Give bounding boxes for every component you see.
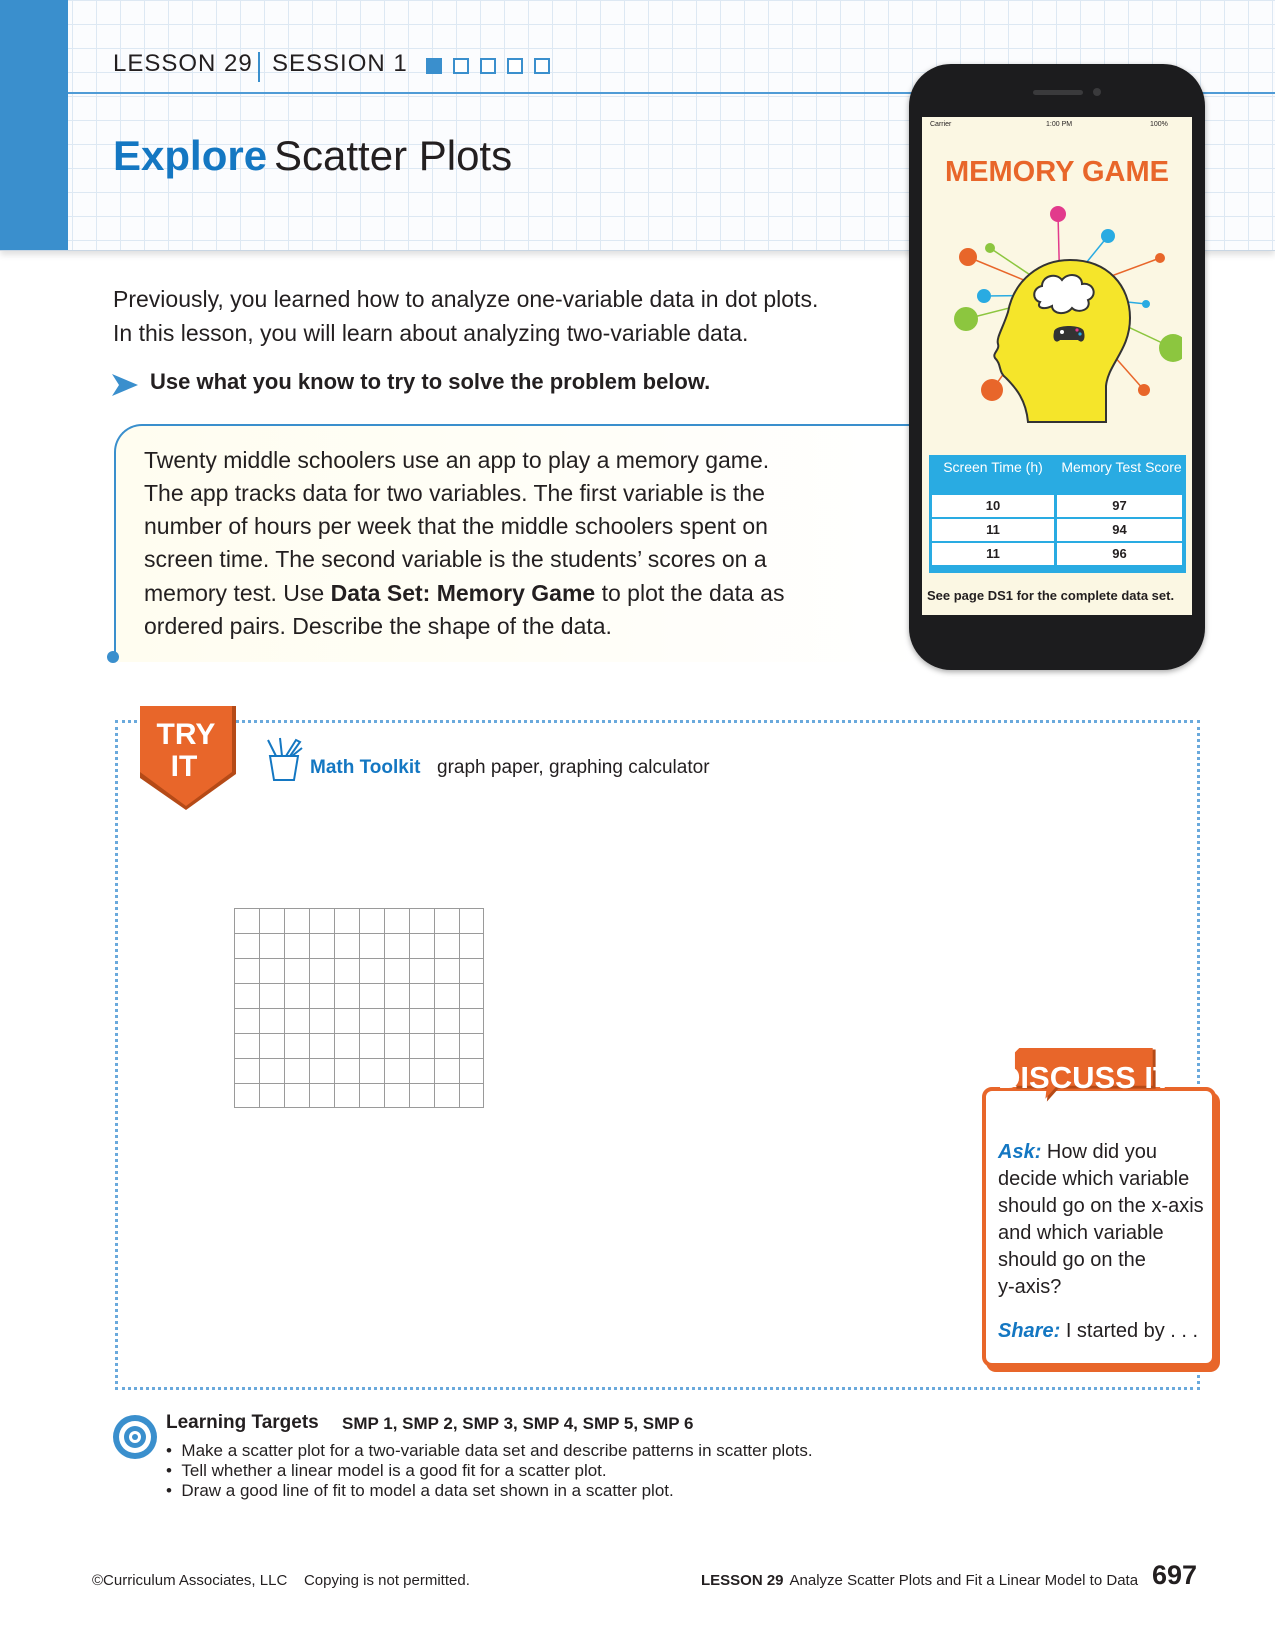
ask-line: and which variable — [998, 1222, 1164, 1244]
table-cell: 97 — [1057, 495, 1182, 517]
learning-target-text: Draw a good line of fit to model a data … — [181, 1481, 674, 1500]
lesson-divider — [258, 52, 260, 82]
ask-line: should go on the x-axis — [998, 1195, 1204, 1217]
share-line: Share: I started by . . . — [998, 1320, 1198, 1343]
ask-line: y-axis? — [998, 1276, 1062, 1298]
learning-target-item: • Make a scatter plot for a two-variable… — [166, 1441, 813, 1460]
discuss-it-title: DISCUSS IT — [998, 1060, 1172, 1095]
learning-target-item: • Tell whether a linear model is a good … — [166, 1461, 607, 1480]
page-number: 697 — [1152, 1560, 1198, 1590]
ask-text: How did you — [1046, 1141, 1157, 1163]
instruction-text: Use what you know to try to solve the pr… — [150, 369, 711, 394]
lesson-label: LESSON 29 — [113, 50, 253, 77]
learning-targets-title: Learning Targets — [166, 1412, 319, 1433]
status-carrier: Carrier — [930, 121, 952, 128]
table-cell: 10 — [932, 495, 1054, 517]
graph-paper-grid — [234, 908, 484, 1108]
problem-text: to plot the data as — [595, 580, 785, 606]
session-progress-square-4 — [507, 58, 523, 74]
footer-lesson-number: LESSON 29 — [701, 1572, 784, 1589]
problem-line: memory test. Use Data Set: Memory Game t… — [144, 580, 784, 607]
problem-text: memory test. Use — [144, 580, 331, 606]
try-it-badge-line-1: TRY — [157, 718, 216, 751]
intro-line-1: Previously, you learned how to analyze o… — [113, 286, 819, 312]
table-header-memory-score: Memory Test Score — [1061, 459, 1182, 475]
learning-target-text: Tell whether a linear model is a good fi… — [181, 1461, 607, 1480]
table-cell: 96 — [1057, 543, 1182, 565]
status-battery: 100% — [1150, 121, 1168, 128]
lesson-color-tab — [0, 0, 68, 250]
status-time: 1:00 PM — [1046, 121, 1073, 128]
toolkit-cup-icon — [267, 737, 303, 781]
problem-box-dot — [107, 651, 119, 663]
share-text: I started by . . . — [1065, 1320, 1199, 1342]
data-set-footnote: See page DS1 for the complete data set. — [927, 588, 1175, 603]
phone-camera — [1093, 88, 1101, 96]
footer-lesson: LESSON 29 Analyze Scatter Plots and Fit a… — [701, 1572, 1138, 1589]
arrow-right-icon — [112, 374, 138, 396]
problem-line: screen time. The second variable is the … — [144, 546, 767, 572]
brain-head-illustration — [954, 206, 1182, 423]
target-icon — [113, 1415, 157, 1459]
session-progress-square-5 — [534, 58, 550, 74]
table-header-screen-time: Screen Time (h) — [943, 459, 1043, 475]
ask-line: should go on the — [998, 1249, 1146, 1271]
try-it-badge: TRY IT — [140, 706, 236, 810]
session-progress-square-2 — [453, 58, 469, 74]
problem-line: The app tracks data for two variables. T… — [144, 480, 765, 506]
footer-lesson-title: Analyze Scatter Plots and Fit a Linear M… — [789, 1572, 1139, 1589]
table-cell: 94 — [1057, 519, 1182, 541]
session-label: SESSION 1 — [272, 50, 408, 77]
ask-line: decide which variable — [998, 1168, 1190, 1190]
share-label: Share: — [998, 1320, 1061, 1342]
data-table: Screen Time (h) Memory Test Score 10 97 … — [929, 455, 1186, 573]
page-title-emphasis: Explore — [113, 132, 268, 179]
problem-line: ordered pairs. Describe the shape of the… — [144, 613, 612, 639]
data-set-name: Data Set: Memory Game — [330, 580, 596, 606]
problem-line: Twenty middle schoolers use an app to pl… — [144, 447, 770, 473]
try-it-badge-line-2: IT — [171, 750, 198, 783]
table-cell: 11 — [932, 519, 1054, 541]
memory-game-title: MEMORY GAME — [945, 156, 1169, 188]
problem-line: number of hours per week that the middle… — [144, 513, 768, 539]
table-cell: 11 — [932, 543, 1054, 565]
learning-target-text: Make a scatter plot for a two-variable d… — [181, 1441, 813, 1460]
ask-line: Ask: How did you — [998, 1141, 1157, 1164]
learning-target-item: • Draw a good line of fit to model a dat… — [166, 1481, 674, 1500]
session-progress-square-3 — [480, 58, 496, 74]
intro-line-2: In this lesson, you will learn about ana… — [113, 320, 749, 346]
ask-label: Ask: — [998, 1141, 1042, 1163]
math-toolkit-label: Math Toolkit — [310, 757, 421, 778]
session-progress-square-1 — [426, 58, 442, 74]
page-title: Scatter Plots — [274, 132, 513, 179]
footer-copyright: ©Curriculum Associates, LLC Copying is n… — [92, 1572, 470, 1589]
math-toolkit-items: graph paper, graphing calculator — [437, 757, 710, 778]
learning-targets-smp: SMP 1, SMP 2, SMP 3, SMP 4, SMP 5, SMP 6 — [342, 1414, 694, 1433]
phone-speaker — [1033, 90, 1083, 95]
